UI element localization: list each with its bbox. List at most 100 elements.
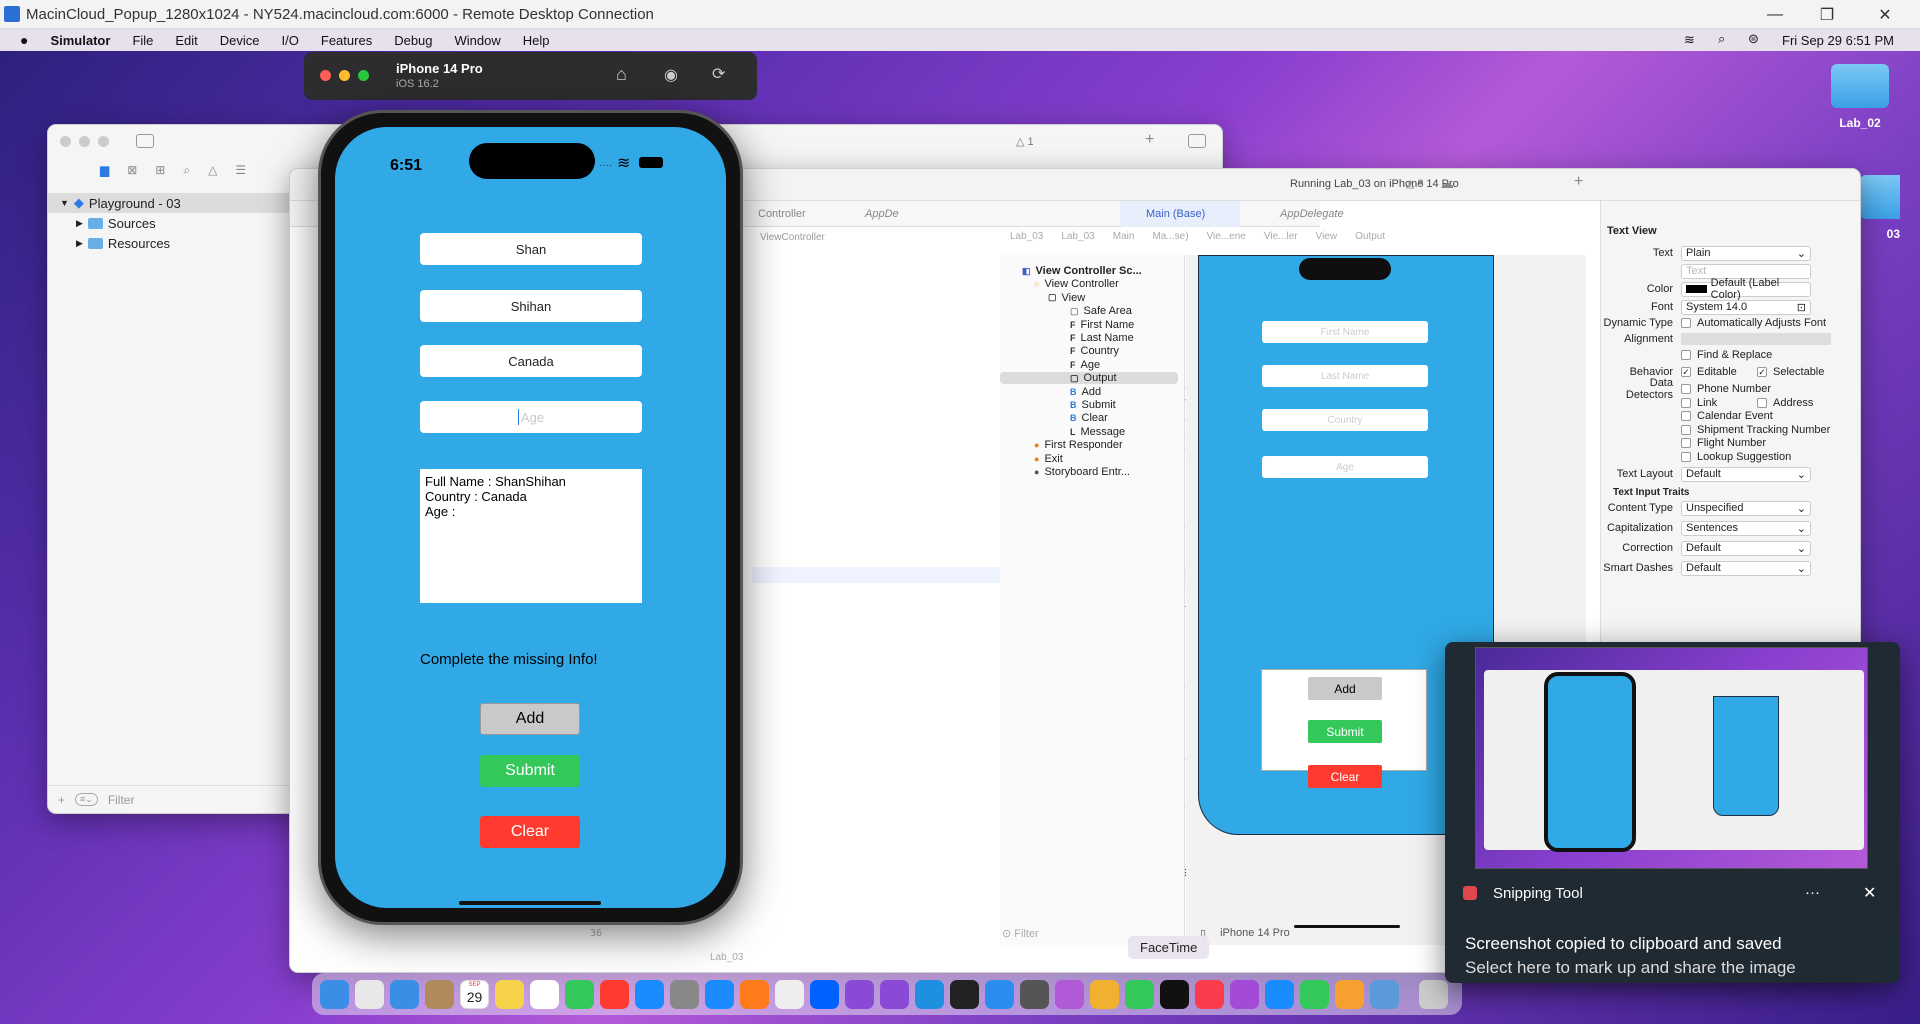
- messages-icon[interactable]: [565, 979, 594, 1009]
- outline-item[interactable]: B Add: [1070, 386, 1101, 398]
- playground-filter-input[interactable]: Filter: [108, 793, 135, 807]
- instruments-icon[interactable]: [1020, 979, 1049, 1009]
- desktop-folder-03[interactable]: 03: [1860, 175, 1900, 241]
- zoom-dot[interactable]: [98, 136, 109, 147]
- canvas-first-name-field[interactable]: First Name: [1262, 321, 1428, 343]
- device-name[interactable]: iPhone 14 Pro: [1220, 927, 1290, 940]
- menu-help[interactable]: Help: [523, 33, 550, 48]
- capitalization-select[interactable]: Sentences ⌄: [1681, 520, 1811, 536]
- detector-checkbox[interactable]: [1681, 438, 1691, 448]
- music-icon[interactable]: [1195, 979, 1224, 1009]
- warning-nav-icon[interactable]: △: [208, 163, 217, 181]
- tab-appdelegate[interactable]: AppDelegate: [1280, 208, 1344, 220]
- menu-debug[interactable]: Debug: [394, 33, 432, 48]
- podcasts-icon[interactable]: [1230, 979, 1259, 1009]
- vs-icon[interactable]: [845, 979, 874, 1009]
- maximize-button[interactable]: ❐: [1804, 0, 1850, 29]
- preview-icon[interactable]: [1370, 979, 1399, 1009]
- reminders-icon[interactable]: [530, 979, 559, 1009]
- canvas-country-field[interactable]: Country: [1262, 409, 1428, 431]
- smart-dashes-select[interactable]: Default ⌄: [1681, 560, 1811, 576]
- chevron-down-icon[interactable]: ▼: [60, 198, 69, 208]
- photos-icon[interactable]: [1090, 979, 1119, 1009]
- age-field[interactable]: Age: [420, 401, 642, 433]
- toast-close-button[interactable]: ✕: [1863, 883, 1876, 903]
- launchpad-icon[interactable]: [355, 979, 384, 1009]
- close-dot[interactable]: [320, 70, 331, 81]
- zoom-dot[interactable]: [358, 70, 369, 81]
- filter-icon[interactable]: ⊙: [1002, 928, 1011, 940]
- outline-item[interactable]: ● Exit: [1034, 453, 1063, 465]
- min-dot[interactable]: [79, 136, 90, 147]
- menu-file[interactable]: File: [132, 33, 153, 48]
- canvas-last-name-field[interactable]: Last Name: [1262, 365, 1428, 387]
- menu-io[interactable]: I/O: [282, 33, 299, 48]
- rotate-icon[interactable]: ⟳: [712, 64, 725, 84]
- output-textview[interactable]: Full Name : ShanShihan Country : Canada …: [420, 469, 642, 603]
- close-nav-icon[interactable]: ⊠: [127, 163, 137, 181]
- add-icon[interactable]: +: [58, 793, 65, 807]
- safari-icon[interactable]: [705, 979, 734, 1009]
- app-store-icon[interactable]: [635, 979, 664, 1009]
- outline-item[interactable]: ○ View Controller: [1034, 278, 1119, 290]
- menu-device[interactable]: Device: [220, 33, 260, 48]
- menu-app[interactable]: Simulator: [50, 33, 110, 48]
- notes-brown-icon[interactable]: [425, 979, 454, 1009]
- calendar-icon[interactable]: SEP 29: [460, 979, 489, 1009]
- canvas-add-button[interactable]: Add: [1308, 677, 1382, 700]
- screenshot-icon[interactable]: ◉: [664, 65, 678, 85]
- dynamic-type-checkbox[interactable]: [1681, 318, 1691, 328]
- detector-checkbox[interactable]: [1681, 411, 1691, 421]
- sidebar-toggle-icon[interactable]: [136, 134, 154, 148]
- add-button[interactable]: Add: [480, 703, 580, 735]
- outline-item[interactable]: ◧ View Controller Sc...: [1022, 265, 1142, 277]
- desktop-folder-lab02[interactable]: Lab_02: [1820, 64, 1900, 130]
- phone-number-checkbox[interactable]: [1681, 384, 1691, 394]
- finder-icon[interactable]: [320, 979, 349, 1009]
- outline-item[interactable]: ▢ View: [1048, 292, 1085, 304]
- firefox-icon[interactable]: [740, 979, 769, 1009]
- tree-item-sources[interactable]: ▶ Sources: [48, 213, 293, 233]
- correction-select[interactable]: Default ⌄: [1681, 540, 1811, 556]
- menu-clock[interactable]: Fri Sep 29 6:51 PM: [1782, 33, 1894, 48]
- content-type-select[interactable]: Unspecified ⌄: [1681, 500, 1811, 516]
- add-icon[interactable]: +: [1145, 131, 1154, 149]
- outline-item[interactable]: ▢ Output: [1000, 372, 1178, 385]
- tv-icon[interactable]: [1160, 979, 1189, 1009]
- wifi-status-icon[interactable]: ≋: [1684, 32, 1695, 48]
- outline-item[interactable]: ▢ Safe Area: [1070, 305, 1132, 317]
- filter-icon[interactable]: ≡⌄: [75, 793, 98, 806]
- detector-checkbox[interactable]: [1681, 451, 1691, 462]
- menu-features[interactable]: Features: [321, 33, 372, 48]
- canvas-submit-button[interactable]: Submit: [1308, 720, 1382, 743]
- selectable-checkbox[interactable]: ✓: [1757, 367, 1767, 377]
- chevron-right-icon[interactable]: ▶: [76, 218, 83, 229]
- list-nav-icon[interactable]: ☰: [235, 163, 246, 181]
- playground-warning-count[interactable]: △ 1: [1016, 135, 1034, 148]
- control-center-icon[interactable]: ⊜: [1748, 31, 1759, 47]
- close-button[interactable]: ✕: [1862, 0, 1908, 29]
- min-dot[interactable]: [339, 70, 350, 81]
- home-icon[interactable]: ⌂: [616, 64, 627, 85]
- trash-icon[interactable]: [1419, 979, 1448, 1009]
- outline-item[interactable]: ● Storyboard Entr...: [1034, 466, 1130, 478]
- outline-item[interactable]: F Country: [1070, 345, 1119, 357]
- vscode-icon[interactable]: [915, 979, 944, 1009]
- tab-controller[interactable]: Controller: [758, 208, 806, 220]
- search-nav-icon[interactable]: ⌕: [183, 163, 190, 181]
- tree-item-playground[interactable]: ▼ ◆ Playground - 03: [48, 193, 293, 213]
- outline-item[interactable]: B Clear: [1070, 412, 1108, 424]
- terminal-icon[interactable]: [950, 979, 979, 1009]
- system-settings-icon[interactable]: [670, 979, 699, 1009]
- numbers-icon[interactable]: [1300, 979, 1329, 1009]
- first-name-field[interactable]: Shan: [420, 233, 642, 265]
- pages-icon[interactable]: [1335, 979, 1364, 1009]
- keynote-icon[interactable]: [1265, 979, 1294, 1009]
- apple-icon[interactable]: ●: [20, 32, 28, 48]
- xcode-icon[interactable]: [985, 979, 1014, 1009]
- close-dot[interactable]: [60, 136, 71, 147]
- news-icon[interactable]: [600, 979, 629, 1009]
- minimize-button[interactable]: —: [1752, 0, 1798, 29]
- search-icon[interactable]: ⌕: [1718, 31, 1725, 47]
- inspector-toggle-icon[interactable]: [1188, 134, 1206, 148]
